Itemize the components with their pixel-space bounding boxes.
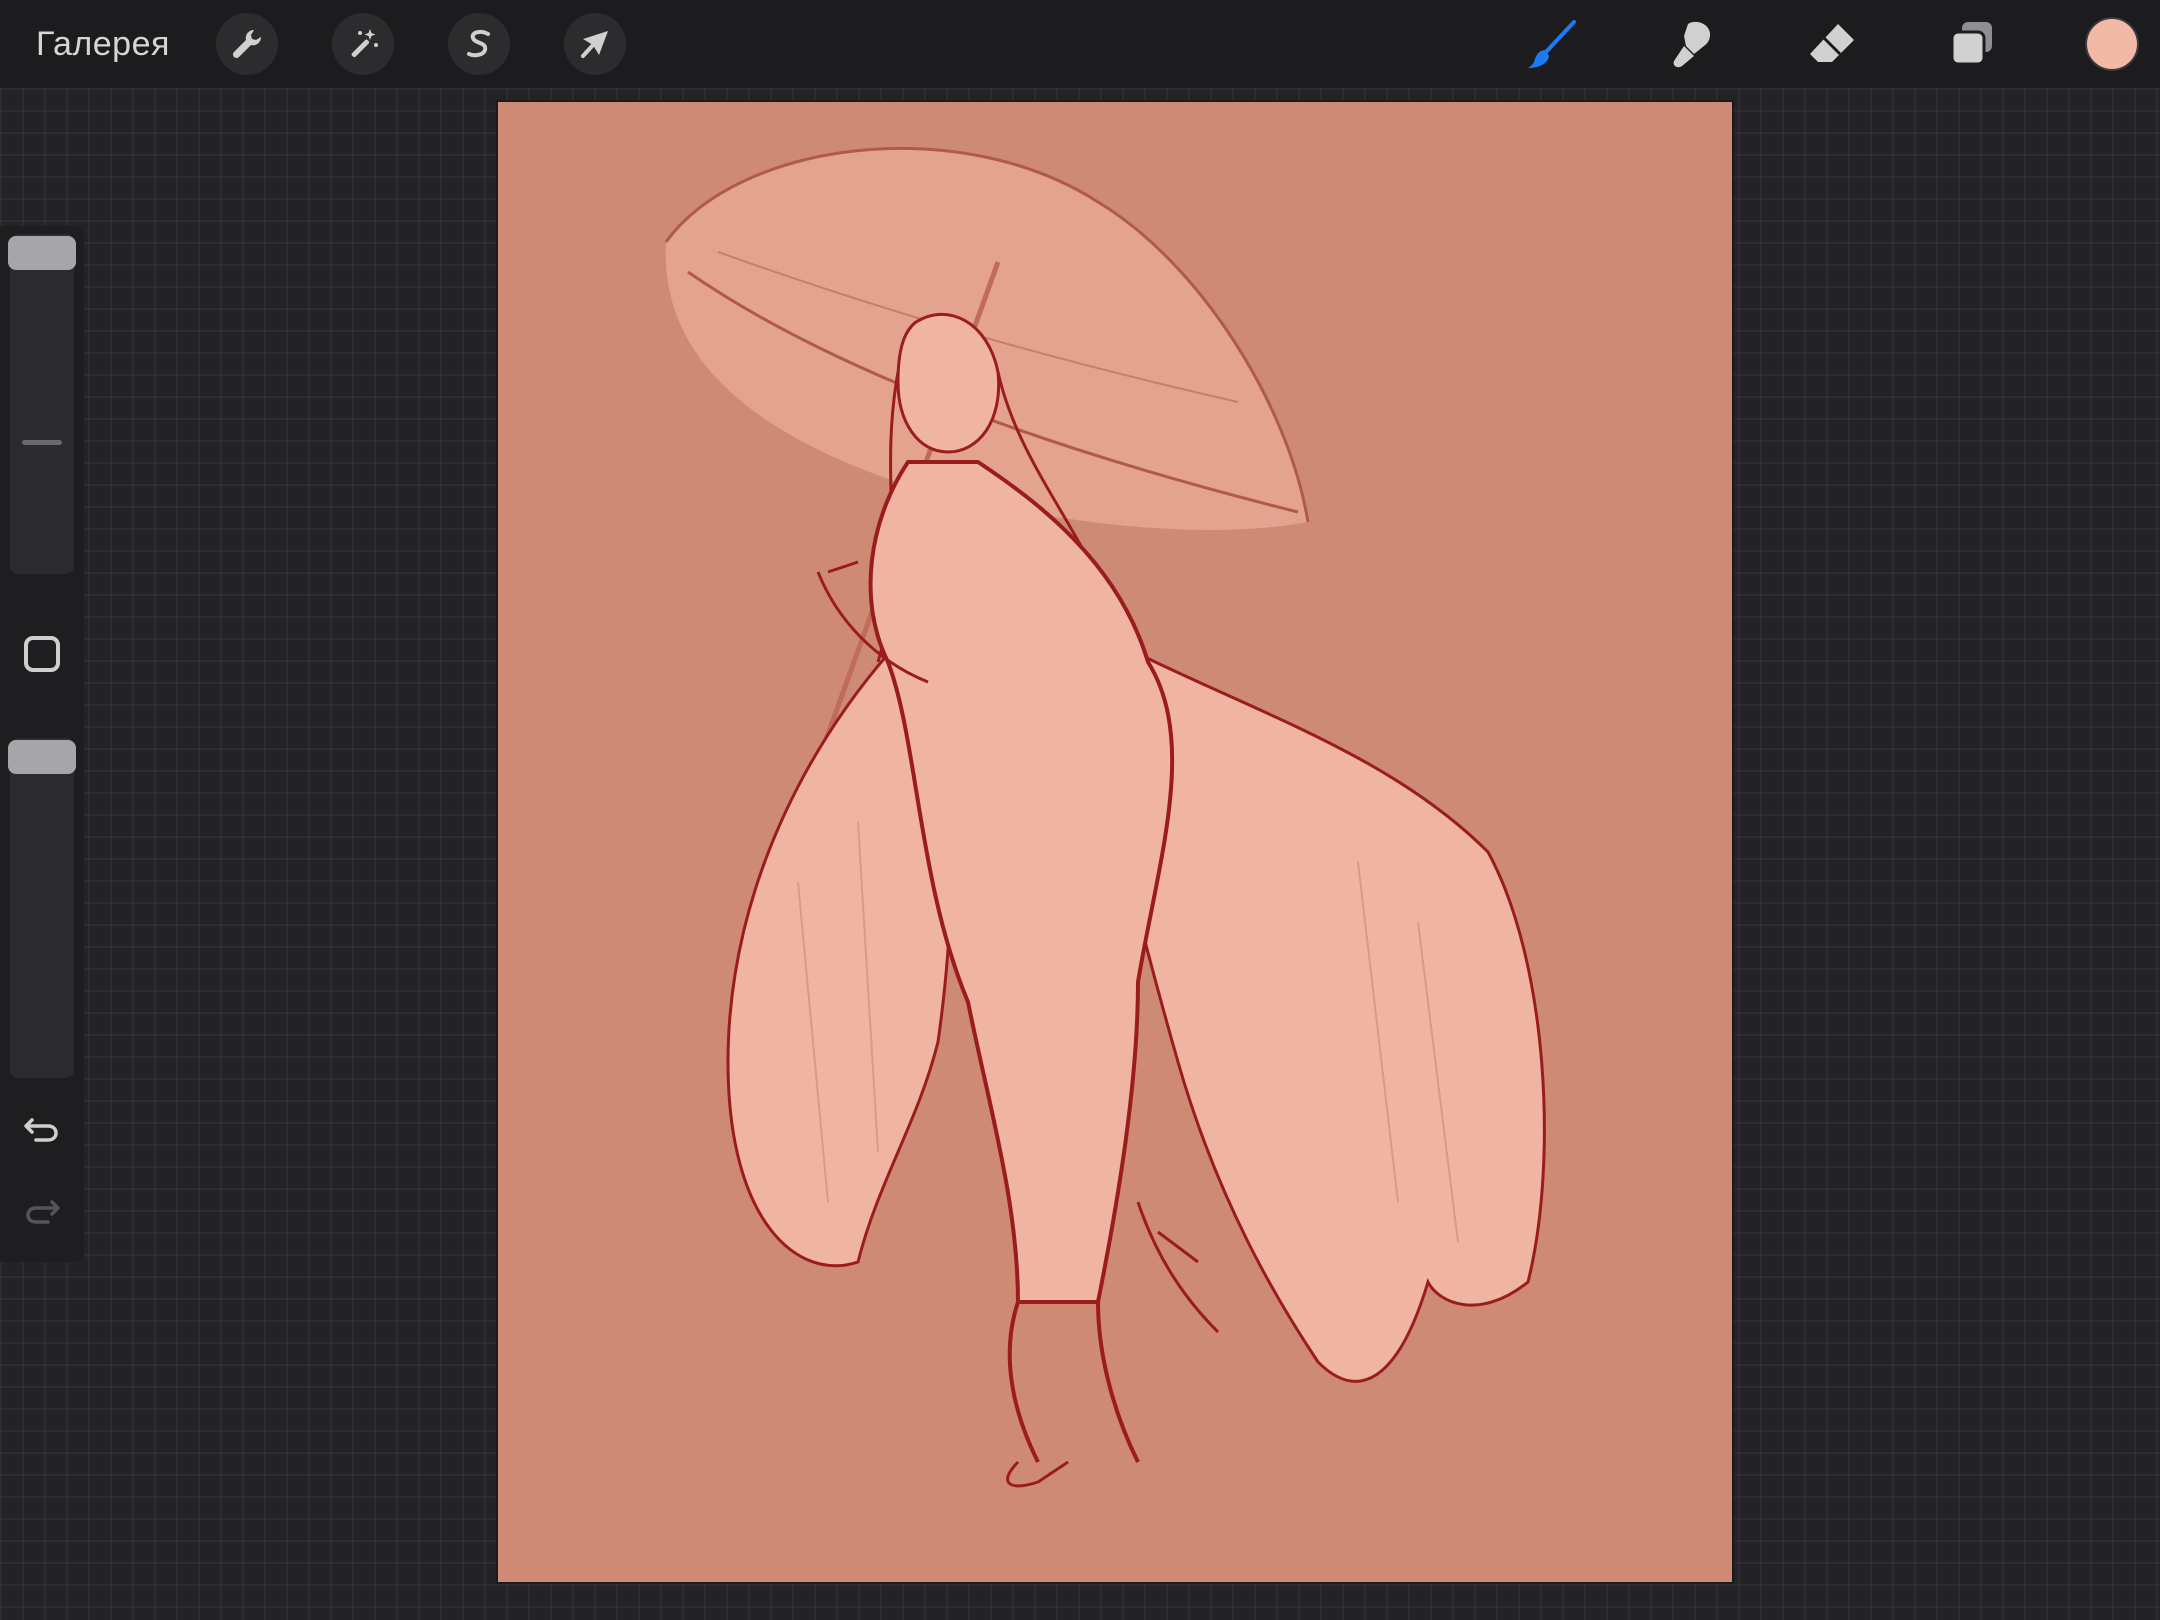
- arrow-cursor-icon: [581, 31, 608, 58]
- redo-arrow-icon[interactable]: [22, 1190, 62, 1230]
- drawing-canvas[interactable]: [498, 102, 1732, 1582]
- transform-button[interactable]: [564, 13, 626, 75]
- gallery-button[interactable]: Галерея: [36, 20, 170, 68]
- actions-button[interactable]: [216, 13, 278, 75]
- color-picker-button[interactable]: [2085, 17, 2139, 71]
- eraser-button[interactable]: [1802, 14, 1862, 74]
- layers-button[interactable]: [1942, 14, 2002, 74]
- selection-button[interactable]: [448, 13, 510, 75]
- smudge-button[interactable]: [1662, 14, 1722, 74]
- adjustments-button[interactable]: [332, 13, 394, 75]
- opacity-slider[interactable]: [10, 738, 74, 1078]
- magic-wand-icon: [351, 29, 378, 58]
- brush-size-slider[interactable]: [10, 234, 74, 574]
- opacity-thumb[interactable]: [8, 740, 76, 774]
- brush-button[interactable]: [1522, 14, 1582, 74]
- modify-button[interactable]: [24, 636, 60, 672]
- top-toolbar: Галерея: [0, 0, 2160, 88]
- sidebar: [0, 226, 84, 1262]
- wrench-icon: [232, 29, 262, 59]
- layers-icon: [1950, 22, 1992, 66]
- selection-s-icon: [467, 29, 490, 58]
- undo-arrow-icon[interactable]: [22, 1108, 62, 1148]
- brush-size-tick: [22, 440, 62, 445]
- brush-size-thumb[interactable]: [8, 236, 76, 270]
- artwork-sketch: [664, 146, 1546, 1488]
- brush-icon: [1528, 20, 1576, 68]
- eraser-icon: [1810, 24, 1854, 62]
- smudge-icon: [1673, 21, 1711, 68]
